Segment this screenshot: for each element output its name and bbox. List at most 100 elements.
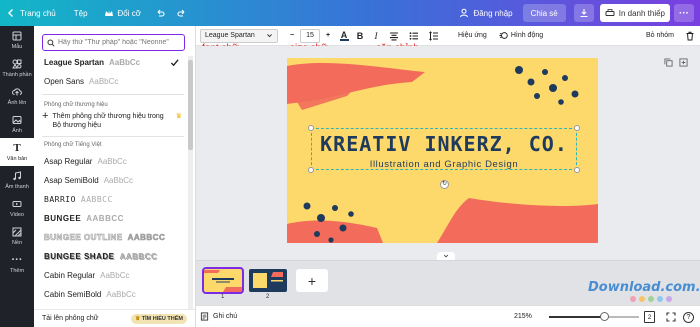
list-icon: [409, 31, 418, 40]
font-search-box[interactable]: [42, 34, 185, 51]
resize-handle[interactable]: [574, 167, 580, 173]
login-button[interactable]: Đăng nhập: [451, 0, 522, 26]
printer-icon: [605, 9, 615, 16]
home-button[interactable]: Trang chủ: [0, 0, 64, 26]
sidebar-item-elements[interactable]: Thành phần: [0, 54, 34, 82]
font-size-input[interactable]: 15: [300, 28, 320, 43]
sidebar-item-audio[interactable]: Âm thanh: [0, 166, 34, 194]
user-icon: [460, 8, 469, 18]
font-item-open-sans[interactable]: Open Sans AaBbCc: [44, 77, 118, 86]
font-item[interactable]: Cabin SemiBold AaBbCc: [44, 290, 136, 299]
download-button[interactable]: [573, 4, 594, 22]
font-family-dropdown[interactable]: League Spartan: [200, 28, 278, 43]
download-icon: [580, 9, 588, 18]
font-preview: AABBCC: [119, 252, 158, 261]
rotate-handle[interactable]: ↻: [440, 180, 449, 189]
font-name: Asap SemiBold: [44, 176, 99, 185]
font-name: Cabin SemiBold: [44, 290, 102, 299]
notes-label: Ghi chú: [213, 313, 238, 320]
zoom-value[interactable]: 215%: [514, 313, 532, 320]
chevron-down-icon: [267, 34, 272, 38]
font-family-value: League Spartan: [205, 32, 255, 39]
sidebar-item-templates[interactable]: Mẫu: [0, 26, 34, 54]
upload-font-footer: Tải lên phông chữ ♛ TÌM HIỂU THÊM: [34, 309, 195, 327]
sidebar-item-photos[interactable]: Ảnh: [0, 110, 34, 138]
spacing-button[interactable]: [424, 26, 444, 46]
bold-button[interactable]: B: [352, 26, 368, 46]
sidebar-item-video[interactable]: Video: [0, 194, 34, 222]
add-page-button[interactable]: +: [296, 269, 328, 292]
sidebar-item-more[interactable]: ··· Thêm: [0, 250, 34, 278]
left-sidebar: Mẫu Thành phần Ảnh lên Ảnh T Văn bản Âm t…: [0, 26, 34, 327]
font-preview: AABBCC: [86, 214, 124, 223]
dot: [657, 296, 663, 302]
chevron-down-icon: [443, 254, 449, 258]
font-item[interactable]: Cabin Regular AaBbCc: [44, 271, 130, 280]
canvas-area: KREATIV INKERZ, CO. Illustration and Gra…: [196, 46, 700, 260]
resize-button[interactable]: Đổi cỡ: [96, 0, 149, 26]
font-item[interactable]: BUNGEE SHADE AABBCC: [44, 252, 157, 261]
template-icon: [12, 31, 23, 42]
font-item[interactable]: BARRIO AABBCC: [44, 195, 113, 204]
business-card-design[interactable]: KREATIV INKERZ, CO. Illustration and Gra…: [287, 58, 598, 243]
sidebar-item-uploads[interactable]: Ảnh lên: [0, 82, 34, 110]
resize-handle[interactable]: [308, 167, 314, 173]
undo-button[interactable]: [149, 0, 171, 26]
add-page-icon-button[interactable]: [677, 56, 689, 68]
sidebar-item-label: Văn bản: [6, 155, 28, 162]
page-count-button[interactable]: 2: [644, 311, 655, 323]
plus-icon: +: [307, 272, 317, 289]
effects-button[interactable]: Hiệu ứng: [452, 26, 493, 46]
dot: [666, 296, 672, 302]
page-thumbnail-2[interactable]: [249, 269, 287, 292]
share-button[interactable]: Chia sẻ: [522, 4, 566, 22]
crown-icon: [104, 10, 113, 16]
font-preview: AABBCC: [80, 195, 113, 204]
redo-icon: [177, 9, 185, 17]
add-brand-font-button[interactable]: + Thêm phông chữ thương hiệu trong Bộ th…: [42, 110, 182, 130]
checkmark-icon: [170, 59, 179, 67]
sidebar-item-text[interactable]: T Văn bản: [0, 138, 34, 166]
font-preview: AaBbCc: [89, 77, 119, 86]
vietnamese-fonts-heading: Phông chữ Tiếng Việt: [44, 142, 102, 148]
collapse-pages-button[interactable]: [437, 252, 455, 260]
redo-button[interactable]: [171, 0, 193, 26]
brand-fonts-heading: Phông chữ thương hiệu: [44, 102, 108, 108]
resize-handle[interactable]: [308, 125, 314, 131]
animate-button[interactable]: Hình động: [493, 26, 549, 46]
watermark-logo: Download.com.vn: [588, 280, 700, 295]
ungroup-button[interactable]: Bỏ nhóm: [640, 26, 680, 46]
help-button[interactable]: ?: [683, 312, 694, 323]
font-item[interactable]: BUNGEE AABBCC: [44, 214, 124, 223]
zoom-slider-handle[interactable]: [600, 312, 610, 321]
crown-icon: ♛: [175, 113, 182, 120]
font-item-league-spartan[interactable]: League Spartan AaBbCc: [44, 58, 140, 67]
font-item[interactable]: Asap SemiBold AaBbCc: [44, 176, 133, 185]
add-page-icon: [678, 57, 688, 67]
page-thumbnail-1[interactable]: [202, 267, 244, 294]
file-menu[interactable]: Tệp: [64, 0, 96, 26]
sidebar-item-background[interactable]: Nền: [0, 222, 34, 250]
selection-box[interactable]: [311, 128, 577, 170]
font-item[interactable]: Asap Regular AaBbCc: [44, 157, 127, 166]
delete-button[interactable]: [680, 26, 700, 46]
resize-handle[interactable]: [574, 125, 580, 131]
print-label: In danh thiếp: [618, 8, 665, 18]
learn-more-button[interactable]: ♛ TÌM HIỂU THÊM: [131, 313, 187, 324]
fullscreen-button[interactable]: [666, 312, 677, 323]
more-options-button[interactable]: ···: [674, 4, 694, 22]
scrollbar-thumb[interactable]: [188, 60, 193, 150]
dot: [648, 296, 654, 302]
shapes-icon: [12, 59, 23, 70]
thumbnail-art: [204, 270, 242, 292]
resize-label: Đổi cỡ: [117, 8, 142, 18]
notes-button[interactable]: Ghi chú: [200, 312, 237, 321]
text-color-button[interactable]: A: [336, 26, 352, 46]
print-business-card-button[interactable]: In danh thiếp: [599, 4, 670, 22]
font-search-input[interactable]: [58, 39, 178, 46]
text-icon: T: [13, 142, 21, 154]
copy-page-button[interactable]: [662, 56, 674, 68]
music-icon: [12, 171, 23, 182]
plus-icon: +: [42, 110, 49, 122]
font-item[interactable]: BUNGEE OUTLINE AABBCC: [44, 233, 165, 243]
